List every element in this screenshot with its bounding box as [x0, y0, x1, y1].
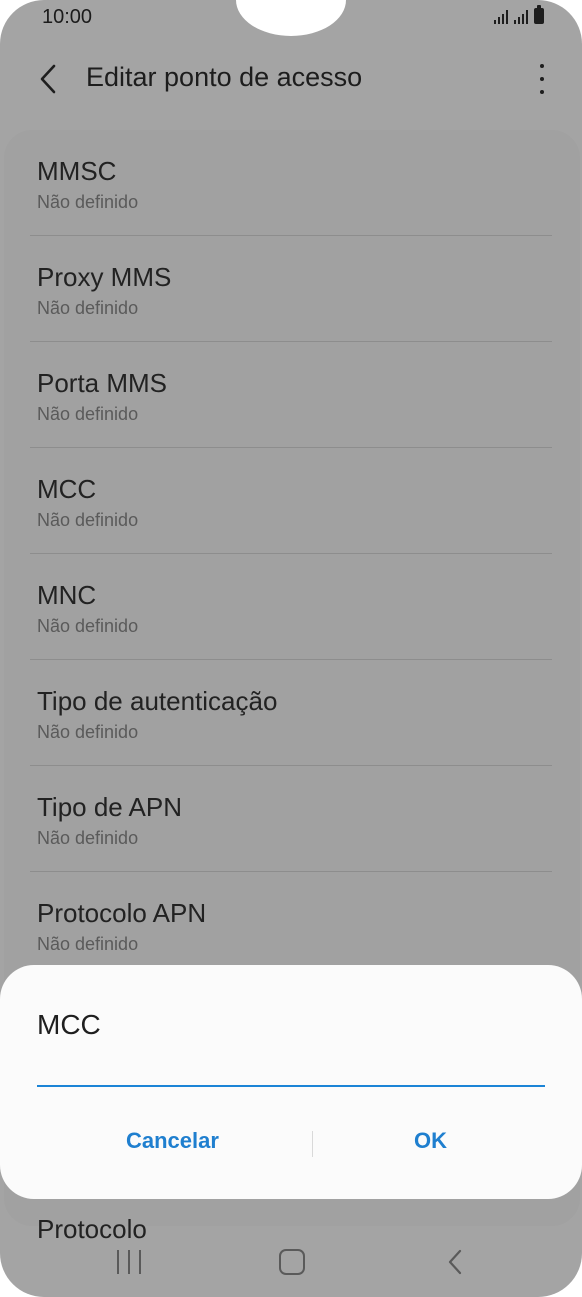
setting-label: Protocolo APN: [37, 898, 207, 928]
settings-list: MMSC Não definido Proxy MMS Não definido…: [0, 130, 582, 978]
mcc-input[interactable]: [37, 1069, 545, 1087]
home-icon[interactable]: [279, 1249, 305, 1275]
setting-porta-mms[interactable]: Porta MMS Não definido: [0, 342, 582, 448]
signal-icon: [494, 10, 508, 24]
ok-button[interactable]: OK: [414, 1128, 447, 1154]
page-title: Editar ponto de acesso: [86, 62, 363, 92]
status-icons: [494, 5, 544, 24]
setting-label: Tipo de APN: [37, 792, 183, 822]
battery-icon: [534, 5, 544, 24]
setting-value: Não definido: [37, 192, 139, 212]
setting-tipo-autenticacao[interactable]: Tipo de autenticação Não definido: [0, 660, 582, 766]
signal-icon: [514, 10, 528, 24]
setting-label: MMSC: [37, 156, 117, 186]
setting-value: Não definido: [37, 510, 139, 530]
mcc-dialog: MCC: [0, 965, 582, 1199]
recent-apps-icon[interactable]: [117, 1250, 141, 1274]
status-time: 10:00: [42, 6, 93, 28]
dialog-title: MCC: [37, 1009, 101, 1040]
setting-label: Tipo de autenticação: [37, 686, 278, 716]
setting-value: Não definido: [37, 722, 139, 742]
app-bar: Editar ponto de acesso: [0, 48, 582, 108]
setting-value: Não definido: [37, 404, 139, 424]
button-separator: [312, 1131, 313, 1157]
navigation-bar: [0, 1228, 582, 1297]
back-arrow-icon[interactable]: [36, 62, 62, 96]
setting-label: Porta MMS: [37, 368, 168, 398]
setting-protocolo-apn[interactable]: Protocolo APN Não definido: [0, 872, 582, 978]
setting-tipo-apn[interactable]: Tipo de APN Não definido: [0, 766, 582, 872]
setting-proxy-mms[interactable]: Proxy MMS Não definido: [0, 236, 582, 342]
setting-mmsc[interactable]: MMSC Não definido: [0, 130, 582, 236]
setting-value: Não definido: [37, 616, 139, 636]
setting-value: Não definido: [37, 828, 139, 848]
setting-mnc[interactable]: MNC Não definido: [0, 554, 582, 660]
phone-screen: 10:00 Editar ponto de acesso MMSC Não de…: [0, 0, 582, 1297]
setting-mcc[interactable]: MCC Não definido: [0, 448, 582, 554]
setting-label: MCC: [37, 474, 97, 504]
setting-value: Não definido: [37, 298, 139, 318]
setting-value: Não definido: [37, 934, 139, 954]
setting-label: MNC: [37, 580, 97, 610]
cancel-button[interactable]: Cancelar: [126, 1128, 219, 1154]
camera-notch: [236, 0, 346, 36]
nav-back-icon[interactable]: [446, 1248, 464, 1276]
setting-label: Proxy MMS: [37, 262, 172, 292]
more-options-icon[interactable]: [538, 64, 546, 94]
